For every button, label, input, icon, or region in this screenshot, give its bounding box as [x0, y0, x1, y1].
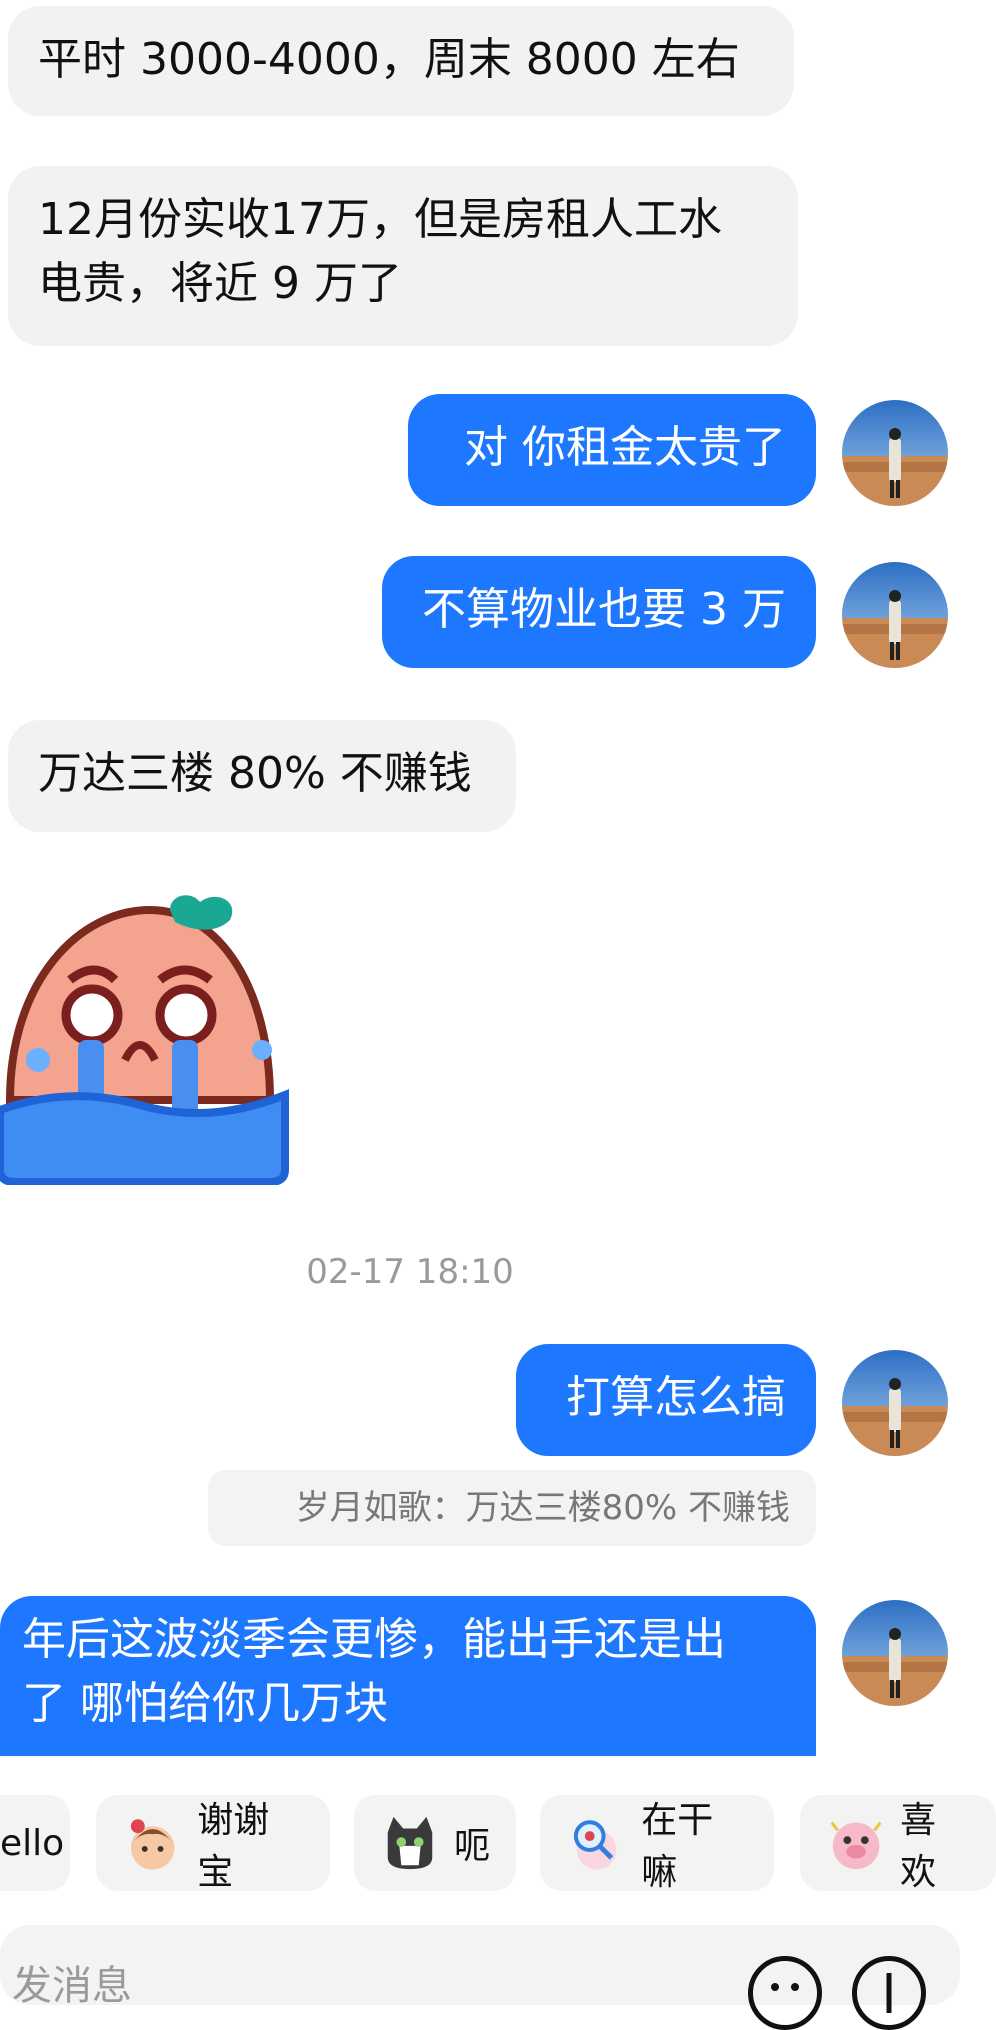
incoming-message[interactable]: 平时 3000-4000，周末 8000 左右: [8, 6, 794, 116]
quoted-message[interactable]: 岁月如歌：万达三楼80% 不赚钱: [208, 1470, 816, 1546]
quick-reply-bar: ello 谢谢宝 呃 在干嘛 喜欢: [0, 1795, 996, 1895]
message-text: 万达三楼 80% 不赚钱: [38, 748, 472, 799]
quick-reply-chip[interactable]: 喜欢: [800, 1795, 996, 1893]
quick-reply-label: 在干嘛: [641, 1800, 714, 1893]
crying-emoji-icon: [0, 895, 289, 1186]
outgoing-message[interactable]: 年后这波淡季会更惨，能出手还是出 了 哪怕给你几万块: [0, 1596, 816, 1756]
outgoing-message[interactable]: 不算物业也要 3 万: [382, 556, 816, 668]
message-text: 平时 3000-4000，周末 8000 左右: [38, 34, 740, 85]
quick-reply-chip[interactable]: 在干嘛: [540, 1795, 774, 1893]
incoming-message[interactable]: 12月份实收17万，但是房租人工水 电贵，将近 9 万了: [8, 166, 798, 346]
avatar-photo: [842, 562, 948, 668]
message-text-line: 12月份实收17万，但是房租人工水: [38, 194, 722, 245]
girl-sticker-icon: [130, 1819, 175, 1870]
more-button[interactable]: [852, 1956, 926, 2030]
message-text: 不算物业也要 3 万: [422, 584, 786, 635]
user-avatar[interactable]: [842, 400, 948, 506]
message-text-line: 年后这波淡季会更惨，能出手还是出: [22, 1614, 726, 1665]
message-text-line: 电贵，将近 9 万了: [38, 258, 402, 309]
message-text: 打算怎么搞: [566, 1372, 786, 1423]
outgoing-message[interactable]: 打算怎么搞: [516, 1344, 816, 1456]
message-text: 对 你租金太贵了: [464, 422, 786, 473]
crying-sticker[interactable]: [0, 890, 290, 1186]
plus-icon: [886, 1973, 892, 2013]
user-avatar[interactable]: [842, 1350, 948, 1456]
quick-reply-chip[interactable]: ello: [0, 1795, 70, 1891]
outgoing-message[interactable]: 对 你租金太贵了: [408, 394, 816, 506]
user-avatar[interactable]: [842, 1600, 948, 1706]
magnifier-sticker-icon: [573, 1820, 617, 1870]
emoji-button[interactable]: [748, 1956, 822, 2030]
avatar-photo: [842, 1600, 948, 1706]
message-text-line: 了 哪怕给你几万块: [22, 1678, 388, 1729]
quick-reply-label: 呃: [453, 1826, 490, 1867]
timestamp: 02-17 18:10: [306, 1252, 514, 1292]
user-avatar[interactable]: [842, 562, 948, 668]
smiley-icon: [771, 1983, 799, 1991]
quick-reply-label: ello: [0, 1822, 65, 1864]
cat-sticker-icon: [387, 1816, 433, 1870]
avatar-photo: [842, 400, 948, 506]
avatar-photo: [842, 1350, 948, 1456]
quick-reply-label: 谢谢宝: [197, 1800, 270, 1893]
incoming-message[interactable]: 万达三楼 80% 不赚钱: [8, 720, 516, 832]
pig-sticker-icon: [830, 1821, 882, 1870]
input-placeholder: 发消息: [12, 1963, 132, 2009]
quick-reply-label: 喜欢: [900, 1800, 937, 1893]
quick-reply-chip[interactable]: 谢谢宝: [96, 1795, 330, 1893]
quick-reply-chip[interactable]: 呃: [354, 1795, 516, 1891]
